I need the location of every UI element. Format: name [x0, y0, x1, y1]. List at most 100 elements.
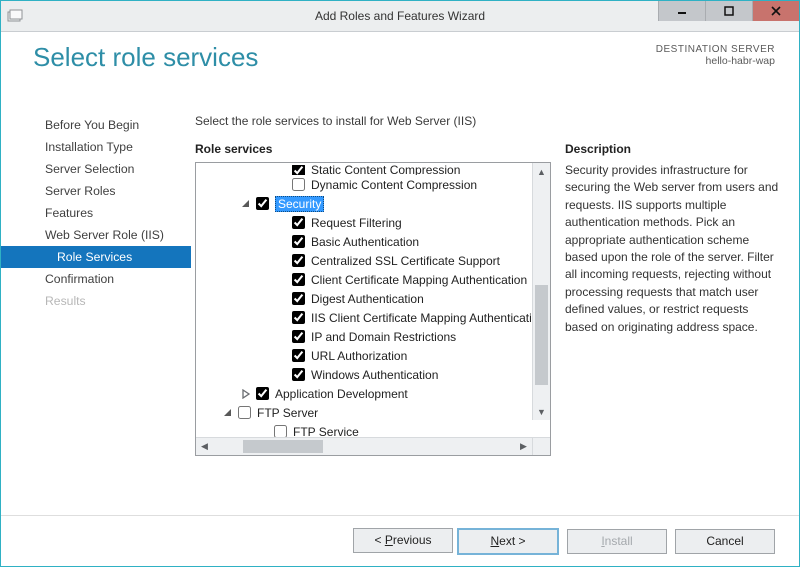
expander-spacer [276, 217, 288, 229]
nav-item-installation-type[interactable]: Installation Type [1, 136, 191, 158]
tree-checkbox[interactable] [292, 235, 305, 248]
nav-item-role-services[interactable]: Role Services [1, 246, 191, 268]
scroll-right-button[interactable]: ▶ [515, 438, 532, 455]
destination-label: DESTINATION SERVER [656, 44, 775, 55]
tree-node-label[interactable]: Security [275, 196, 324, 212]
horizontal-scrollbar[interactable]: ◀ ▶ [196, 437, 550, 455]
expander-spacer [276, 331, 288, 343]
tree-checkbox[interactable] [274, 425, 287, 437]
expander-spacer [276, 236, 288, 248]
window-title: Add Roles and Features Wizard [315, 9, 485, 23]
tree-node-label[interactable]: FTP Service [293, 425, 359, 438]
hscroll-thumb[interactable] [243, 440, 323, 453]
tree-node-security[interactable]: Security [196, 194, 550, 213]
tree-checkbox[interactable] [238, 406, 251, 419]
expander-spacer [276, 274, 288, 286]
header: Select role services DESTINATION SERVER … [1, 32, 799, 104]
previous-button[interactable]: < Previous [353, 528, 453, 553]
expander-spacer [276, 312, 288, 324]
window-controls [658, 1, 799, 21]
tree-node-windows-authentication[interactable]: Windows Authentication [196, 365, 550, 384]
expander-spacer [276, 179, 288, 191]
tree-node-label[interactable]: IIS Client Certificate Mapping Authentic… [311, 311, 545, 325]
collapse-icon[interactable] [222, 407, 234, 419]
tree-node-ftp-service[interactable]: FTP Service [196, 422, 550, 437]
tree-node-label[interactable]: FTP Server [257, 406, 318, 420]
nav-item-server-roles[interactable]: Server Roles [1, 180, 191, 202]
expander-spacer [276, 369, 288, 381]
tree-node-label[interactable]: Application Development [275, 387, 408, 401]
tree-checkbox[interactable] [292, 349, 305, 362]
nav-item-features[interactable]: Features [1, 202, 191, 224]
tree-checkbox[interactable] [292, 330, 305, 343]
minimize-button[interactable] [658, 1, 705, 21]
tree-node-static-content-compression[interactable]: Static Content Compression [196, 165, 550, 175]
tree-node-centralized-ssl-certificate-support[interactable]: Centralized SSL Certificate Support [196, 251, 550, 270]
vertical-scrollbar[interactable]: ▲ ▼ [532, 163, 550, 420]
scroll-left-button[interactable]: ◀ [196, 438, 213, 455]
tree-node-label[interactable]: Request Filtering [311, 216, 402, 230]
titlebar: Add Roles and Features Wizard [1, 1, 799, 32]
destination-server: DESTINATION SERVER hello-habr-wap [656, 42, 775, 104]
expander-spacer [258, 426, 270, 438]
description-text: Security provides infrastructure for sec… [565, 162, 779, 336]
tree-node-label[interactable]: Basic Authentication [311, 235, 419, 249]
page-title: Select role services [33, 42, 258, 104]
tree-node-ip-and-domain-restrictions[interactable]: IP and Domain Restrictions [196, 327, 550, 346]
tree-node-label[interactable]: URL Authorization [311, 349, 407, 363]
tree-node-dynamic-content-compression[interactable]: Dynamic Content Compression [196, 175, 550, 194]
expand-icon[interactable] [240, 388, 252, 400]
tree-node-label[interactable]: Centralized SSL Certificate Support [311, 254, 500, 268]
tree-checkbox[interactable] [292, 368, 305, 381]
close-button[interactable] [752, 1, 799, 21]
next-button[interactable]: Next > [457, 528, 559, 555]
tree-node-label[interactable]: Static Content Compression [311, 165, 460, 175]
roles-title: Role services [195, 142, 551, 156]
collapse-icon[interactable] [240, 198, 252, 210]
wizard-footer: < Previous Next > Install Cancel [1, 515, 799, 566]
tree-checkbox[interactable] [292, 216, 305, 229]
tree-checkbox[interactable] [292, 254, 305, 267]
instruction-text: Select the role services to install for … [191, 114, 791, 128]
expander-spacer [276, 293, 288, 305]
tree-node-client-certificate-mapping-authentication[interactable]: Client Certificate Mapping Authenticatio… [196, 270, 550, 289]
tree-checkbox[interactable] [256, 197, 269, 210]
destination-value: hello-habr-wap [656, 55, 775, 67]
cancel-button[interactable]: Cancel [675, 529, 775, 554]
tree-node-label[interactable]: Windows Authentication [311, 368, 438, 382]
tree-node-application-development[interactable]: Application Development [196, 384, 550, 403]
tree-node-request-filtering[interactable]: Request Filtering [196, 213, 550, 232]
scroll-up-button[interactable]: ▲ [533, 163, 550, 180]
tree-checkbox[interactable] [256, 387, 269, 400]
maximize-button[interactable] [705, 1, 752, 21]
description-title: Description [565, 142, 779, 156]
nav-item-results: Results [1, 290, 191, 312]
tree-checkbox[interactable] [292, 178, 305, 191]
tree-node-label[interactable]: Dynamic Content Compression [311, 178, 477, 192]
tree-node-label[interactable]: Digest Authentication [311, 292, 424, 306]
tree-node-ftp-server[interactable]: FTP Server [196, 403, 550, 422]
tree-checkbox[interactable] [292, 273, 305, 286]
scrollbar-corner [532, 438, 550, 455]
tree-node-basic-authentication[interactable]: Basic Authentication [196, 232, 550, 251]
tree-node-digest-authentication[interactable]: Digest Authentication [196, 289, 550, 308]
app-icon [7, 8, 23, 24]
tree-node-iis-client-certificate-mapping-authentication[interactable]: IIS Client Certificate Mapping Authentic… [196, 308, 550, 327]
tree-node-label[interactable]: Client Certificate Mapping Authenticatio… [311, 273, 527, 287]
install-button: Install [567, 529, 667, 554]
wizard-body: Before You BeginInstallation TypeServer … [1, 104, 799, 515]
tree-checkbox[interactable] [292, 165, 305, 175]
nav-item-before-you-begin[interactable]: Before You Begin [1, 114, 191, 136]
nav-item-web-server-role-iis-[interactable]: Web Server Role (IIS) [1, 224, 191, 246]
wizard-nav: Before You BeginInstallation TypeServer … [1, 104, 191, 515]
tree-node-label[interactable]: IP and Domain Restrictions [311, 330, 456, 344]
tree-checkbox[interactable] [292, 311, 305, 324]
role-services-tree: Static Content Compression Dynamic Conten… [195, 162, 551, 456]
tree-checkbox[interactable] [292, 292, 305, 305]
scroll-down-button[interactable]: ▼ [533, 403, 550, 420]
scroll-thumb[interactable] [535, 285, 548, 385]
nav-item-server-selection[interactable]: Server Selection [1, 158, 191, 180]
tree-node-url-authorization[interactable]: URL Authorization [196, 346, 550, 365]
nav-item-confirmation[interactable]: Confirmation [1, 268, 191, 290]
expander-spacer [276, 165, 288, 175]
